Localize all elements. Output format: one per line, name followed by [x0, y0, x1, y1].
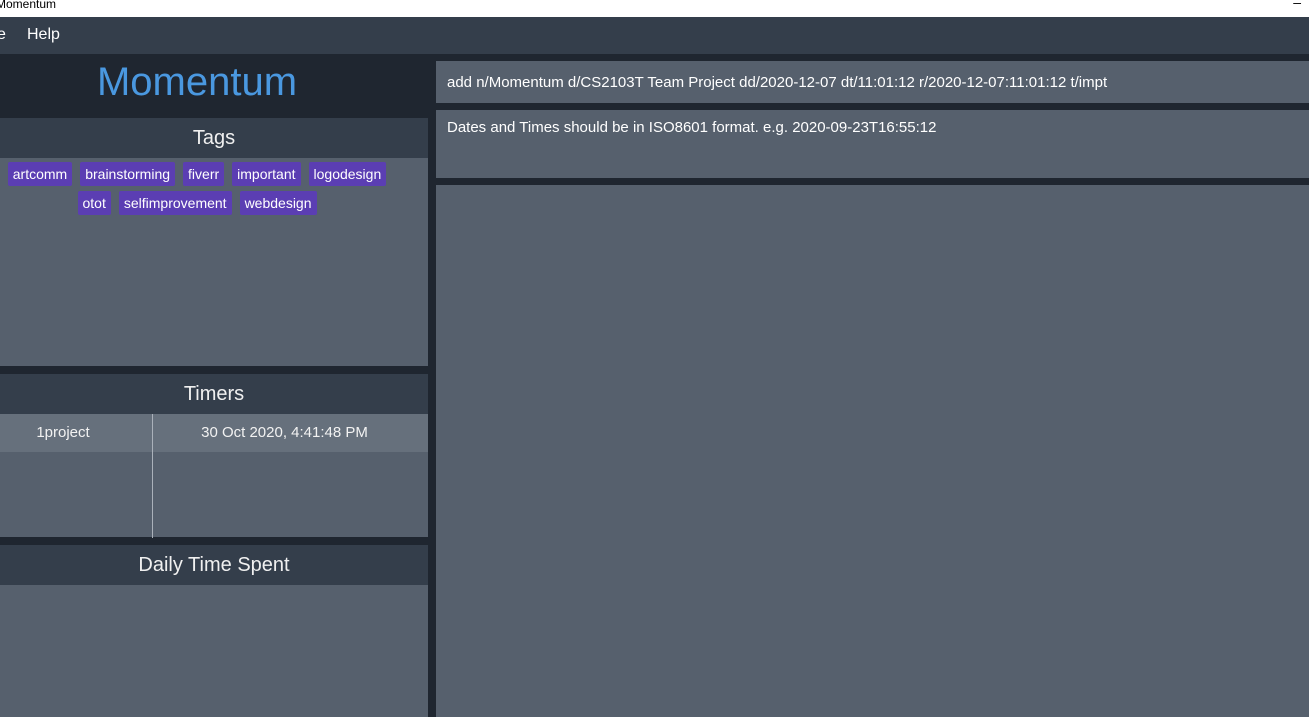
menu-file[interactable]: e [0, 26, 6, 44]
daily-panel-title: Daily Time Spent [138, 554, 290, 576]
timers-panel: 1project 30 Oct 2020, 4:41:48 PM [0, 414, 428, 538]
result-text: Dates and Times should be in ISO8601 for… [447, 119, 937, 136]
tag-chip[interactable]: otot [77, 191, 111, 215]
minimize-icon[interactable]: – [1293, 0, 1301, 10]
left-sidebar: Momentum Tags artcomm brainstorming five… [0, 54, 428, 717]
daily-time-panel [0, 585, 428, 717]
tag-chip[interactable]: selfimprovement [118, 191, 232, 215]
tag-row: artcomm brainstorming fiverr important l… [0, 162, 394, 186]
app-logo: Momentum [96, 60, 298, 104]
timer-start-time: 30 Oct 2020, 4:41:48 PM [201, 424, 368, 441]
timer-name: 1project [36, 424, 90, 441]
result-display: Dates and Times should be in ISO8601 for… [436, 110, 1309, 178]
window-titlebar: Momentum – [0, 0, 1309, 17]
tags-panel-title: Tags [192, 127, 236, 149]
timers-panel-title: Timers [183, 383, 245, 405]
tag-list: artcomm brainstorming fiverr important l… [0, 162, 394, 220]
daily-panel-header: Daily Time Spent [0, 545, 428, 585]
timers-panel-header: Timers [0, 374, 428, 414]
menu-help[interactable]: Help [27, 26, 60, 44]
tags-panel-header: Tags [0, 118, 428, 158]
menu-bar: e Help [0, 17, 1309, 54]
tag-chip[interactable]: fiverr [183, 162, 225, 186]
tag-row: otot selfimprovement webdesign [0, 191, 394, 215]
tag-chip[interactable]: webdesign [239, 191, 317, 215]
project-list-panel[interactable] [436, 185, 1309, 717]
tag-chip[interactable]: artcomm [7, 162, 73, 186]
window-title: Momentum [0, 0, 57, 11]
tags-panel: artcomm brainstorming fiverr important l… [0, 158, 428, 366]
column-divider [152, 414, 153, 538]
command-input[interactable] [436, 61, 1309, 103]
timer-row[interactable]: 1project 30 Oct 2020, 4:41:48 PM [0, 414, 428, 452]
tag-chip[interactable]: important [232, 162, 301, 186]
tag-chip[interactable]: brainstorming [80, 162, 176, 186]
command-box [436, 61, 1309, 103]
tag-chip[interactable]: logodesign [308, 162, 387, 186]
